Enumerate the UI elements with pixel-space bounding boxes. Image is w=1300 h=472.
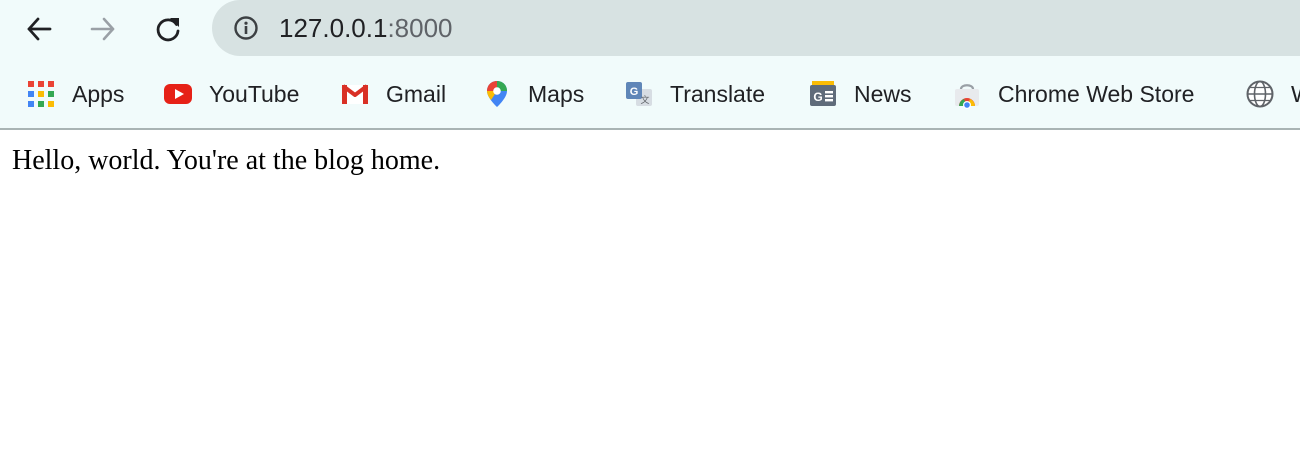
bookmark-gmail-label: Gmail	[386, 80, 447, 107]
back-button[interactable]	[18, 9, 60, 49]
bookmark-chrome-web-store-label: Chrome Web Store	[998, 80, 1195, 107]
news-icon: G	[810, 81, 836, 106]
svg-text:G: G	[813, 90, 822, 104]
gmail-icon	[341, 84, 369, 104]
page-body-text: Hello, world. You're at the blog home.	[12, 145, 441, 176]
bookmark-maps-label: Maps	[528, 80, 585, 107]
web-store-icon	[955, 84, 979, 109]
bookmark-maps[interactable]: Maps	[482, 76, 584, 112]
maps-pin-icon	[487, 81, 507, 107]
url-text[interactable]: 127.0.0.1:8000	[279, 11, 453, 45]
address-bar[interactable]: 127.0.0.1:8000	[212, 0, 1300, 56]
bookmark-youtube[interactable]: YouTube	[163, 76, 299, 112]
bookmark-apps-label: Apps	[72, 80, 125, 107]
bookmark-gmail[interactable]: Gmail	[340, 76, 446, 112]
url-host: 127.0.0.1	[279, 13, 388, 43]
arrow-left-icon	[27, 17, 52, 41]
url-port: :8000	[387, 13, 453, 43]
bookmark-news-label: News	[854, 80, 912, 107]
reload-icon	[156, 18, 180, 42]
browser-toolbar: 127.0.0.1:8000	[0, 0, 1300, 60]
bookmark-translate[interactable]: G 文 Translate	[624, 76, 765, 112]
apps-grid-icon	[28, 81, 54, 107]
bookmark-partial[interactable]: W	[1245, 76, 1300, 112]
youtube-icon	[164, 84, 192, 104]
translate-icon: G 文	[626, 82, 652, 106]
bookmark-news[interactable]: G News	[808, 76, 912, 112]
svg-text:G: G	[630, 86, 639, 98]
globe-icon	[1246, 80, 1274, 108]
arrow-right-icon	[90, 17, 115, 41]
bookmark-partial-label: W	[1291, 81, 1300, 108]
info-icon[interactable]	[233, 15, 259, 41]
reload-button[interactable]	[147, 9, 189, 49]
bookmark-translate-label: Translate	[670, 80, 766, 107]
svg-text:文: 文	[640, 94, 649, 105]
forward-button[interactable]	[82, 9, 124, 49]
bookmark-apps[interactable]: Apps	[26, 76, 124, 112]
bookmark-chrome-web-store[interactable]: Chrome Web Store	[952, 76, 1194, 112]
bookmarks-bar: Apps YouTube Gmail Maps G 文 Translate G …	[0, 60, 1300, 130]
bookmark-youtube-label: YouTube	[209, 80, 300, 107]
